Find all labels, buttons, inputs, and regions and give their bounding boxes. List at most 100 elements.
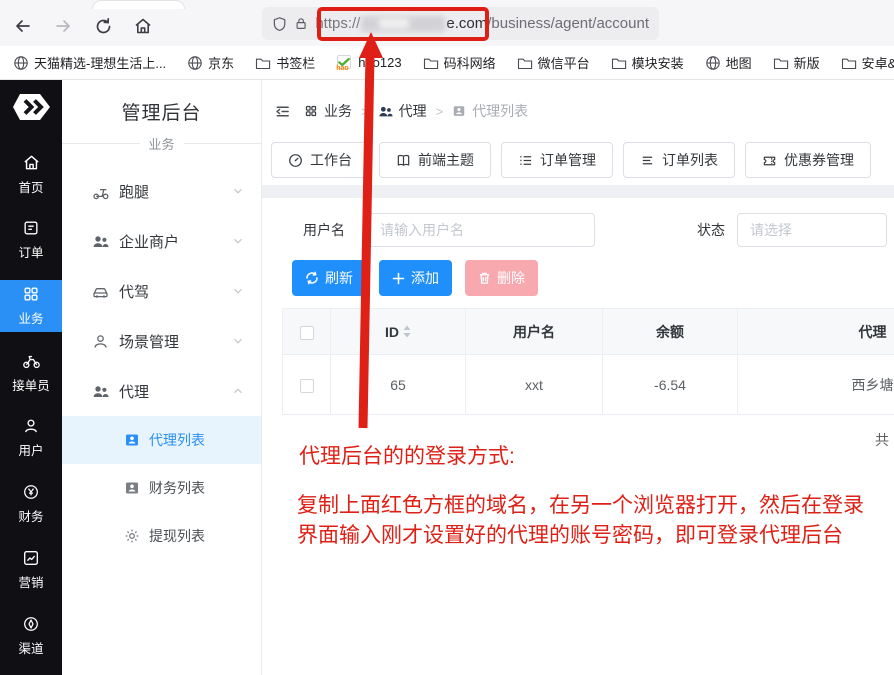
- select-all-checkbox[interactable]: [300, 326, 314, 340]
- username-label: 用户名: [303, 220, 345, 240]
- column-id: ID: [385, 324, 399, 340]
- users-icon: [378, 104, 393, 119]
- sidebar-item-agents[interactable]: 代理: [62, 366, 261, 416]
- id-card-icon: [124, 480, 140, 496]
- table-row: 65 xxt -6.54 西乡塘: [283, 355, 894, 415]
- rail-item-finance[interactable]: 财务: [0, 478, 62, 530]
- grid-icon: [304, 104, 318, 118]
- lines-icon: [640, 153, 655, 168]
- users-icon: [92, 383, 109, 400]
- sidebar-item-agent-list[interactable]: 代理列表: [62, 416, 261, 464]
- breadcrumb-separator: >: [436, 104, 444, 119]
- sidebar-item-errand[interactable]: 跑腿: [62, 166, 261, 216]
- gauge-icon: [288, 153, 303, 168]
- rail-item-users[interactable]: 用户: [0, 412, 62, 464]
- bookmark-hao123[interactable]: hao hao123: [336, 55, 401, 71]
- column-agent: 代理: [738, 309, 894, 355]
- compass-icon: [22, 615, 40, 633]
- sort-icon[interactable]: [403, 325, 411, 338]
- sidebar-item-scenes[interactable]: 场景管理: [62, 316, 261, 366]
- sidebar-section: 业务: [62, 134, 261, 153]
- agents-table: ID 用户名 余额 代理 65: [282, 308, 894, 415]
- breadcrumb-item-business[interactable]: 业务: [304, 101, 352, 121]
- book-icon: [396, 153, 411, 168]
- bookmark-tmall[interactable]: 天猫精选-理想生活上...: [13, 53, 166, 72]
- bookmark-jd[interactable]: 京东: [187, 53, 234, 72]
- users-icon: [92, 233, 109, 250]
- sidebar-item-withdraw-list[interactable]: 提现列表: [62, 512, 261, 560]
- folder-icon: [255, 55, 271, 71]
- bookmark-map[interactable]: 地图: [705, 53, 752, 72]
- id-card-icon: [452, 104, 466, 118]
- sidebar-item-merchants[interactable]: 企业商户: [62, 216, 261, 266]
- toolbar: 工作台 前端主题 订单管理 订单列表: [262, 142, 894, 185]
- hao123-logo-icon: hao: [336, 55, 353, 71]
- ticket-icon: [762, 153, 777, 168]
- forward-icon[interactable]: [46, 11, 80, 41]
- breadcrumb-item-agent[interactable]: 代理: [378, 101, 427, 121]
- row-checkbox[interactable]: [300, 379, 314, 393]
- bookmark-wechat[interactable]: 微信平台: [517, 53, 590, 72]
- plus-icon: [392, 272, 405, 285]
- rail-item-home[interactable]: 首页: [0, 148, 62, 200]
- shield-icon: [272, 16, 287, 32]
- folder-icon: [517, 55, 533, 71]
- rail-item-orders[interactable]: 订单: [0, 214, 62, 266]
- workbench-button[interactable]: 工作台: [271, 142, 369, 178]
- sidebar-title: 管理后台: [62, 80, 261, 125]
- person-icon: [92, 333, 109, 350]
- bookmark-newver[interactable]: 新版: [773, 53, 820, 72]
- cell-id: 65: [331, 355, 466, 415]
- main-content: 业务 > 代理 > 代理列表 工作台: [262, 80, 894, 675]
- delete-button[interactable]: 删除: [465, 260, 538, 296]
- app-logo: [13, 93, 50, 120]
- folder-icon: [611, 55, 627, 71]
- globe-icon: [187, 55, 203, 71]
- sidebar-item-driving[interactable]: 代驾: [62, 266, 261, 316]
- rail-item-business[interactable]: 业务: [0, 280, 62, 332]
- refresh-icon[interactable]: [86, 11, 120, 41]
- username-input[interactable]: [367, 213, 595, 247]
- column-username: 用户名: [466, 309, 603, 355]
- user-icon: [22, 417, 40, 435]
- home-icon[interactable]: [126, 11, 160, 41]
- refresh-button[interactable]: 刷新: [292, 260, 366, 296]
- url-bar[interactable]: https://e.com/business/agent/account: [262, 7, 659, 40]
- rail-item-marketing[interactable]: 营销: [0, 544, 62, 596]
- grid-icon: [22, 285, 40, 303]
- sidebar-item-finance-list[interactable]: 财务列表: [62, 464, 261, 512]
- coupon-management-button[interactable]: 优惠券管理: [745, 142, 871, 178]
- url-prefix: https://: [315, 15, 360, 32]
- collapse-sidebar-icon[interactable]: [274, 103, 291, 120]
- back-icon[interactable]: [6, 11, 40, 41]
- rail-item-couriers[interactable]: 接单员: [0, 346, 62, 398]
- order-square-icon: [22, 219, 40, 237]
- bookmark-make[interactable]: 码科网络: [423, 53, 496, 72]
- yuan-circle-icon: [22, 483, 40, 501]
- breadcrumb-separator: >: [361, 104, 369, 119]
- pagination-total: 共: [875, 430, 889, 450]
- home-icon: [22, 153, 41, 172]
- chevron-up-icon: [231, 384, 245, 398]
- breadcrumb-item-agent-list: 代理列表: [452, 101, 528, 121]
- frontend-theme-button[interactable]: 前端主题: [379, 142, 491, 178]
- trend-chart-icon: [22, 549, 40, 567]
- bookmark-folder-bar[interactable]: 书签栏: [255, 53, 315, 72]
- browser-chrome: https://e.com/business/agent/account: [0, 0, 894, 46]
- bookmark-modules[interactable]: 模块安装: [611, 53, 684, 72]
- order-list-button[interactable]: 订单列表: [623, 142, 735, 178]
- bookmark-appstore[interactable]: 安卓&IOS上架: [841, 53, 894, 72]
- content-card: 用户名 状态 请选择 刷新 添加 删除: [262, 198, 894, 675]
- folder-icon: [423, 55, 439, 71]
- status-select[interactable]: 请选择: [737, 213, 887, 247]
- refresh-icon: [305, 271, 319, 285]
- car-icon: [92, 283, 109, 300]
- column-balance: 余额: [603, 309, 738, 355]
- nav-rail: 首页 订单 业务 接单员 用户: [0, 80, 62, 675]
- order-management-button[interactable]: 订单管理: [501, 142, 613, 178]
- url-path: /business/agent/account: [487, 15, 649, 32]
- screen: https://e.com/business/agent/account 天猫精…: [0, 0, 894, 675]
- rail-item-channels[interactable]: 渠道: [0, 610, 62, 662]
- add-button[interactable]: 添加: [379, 260, 452, 296]
- folder-icon: [773, 55, 789, 71]
